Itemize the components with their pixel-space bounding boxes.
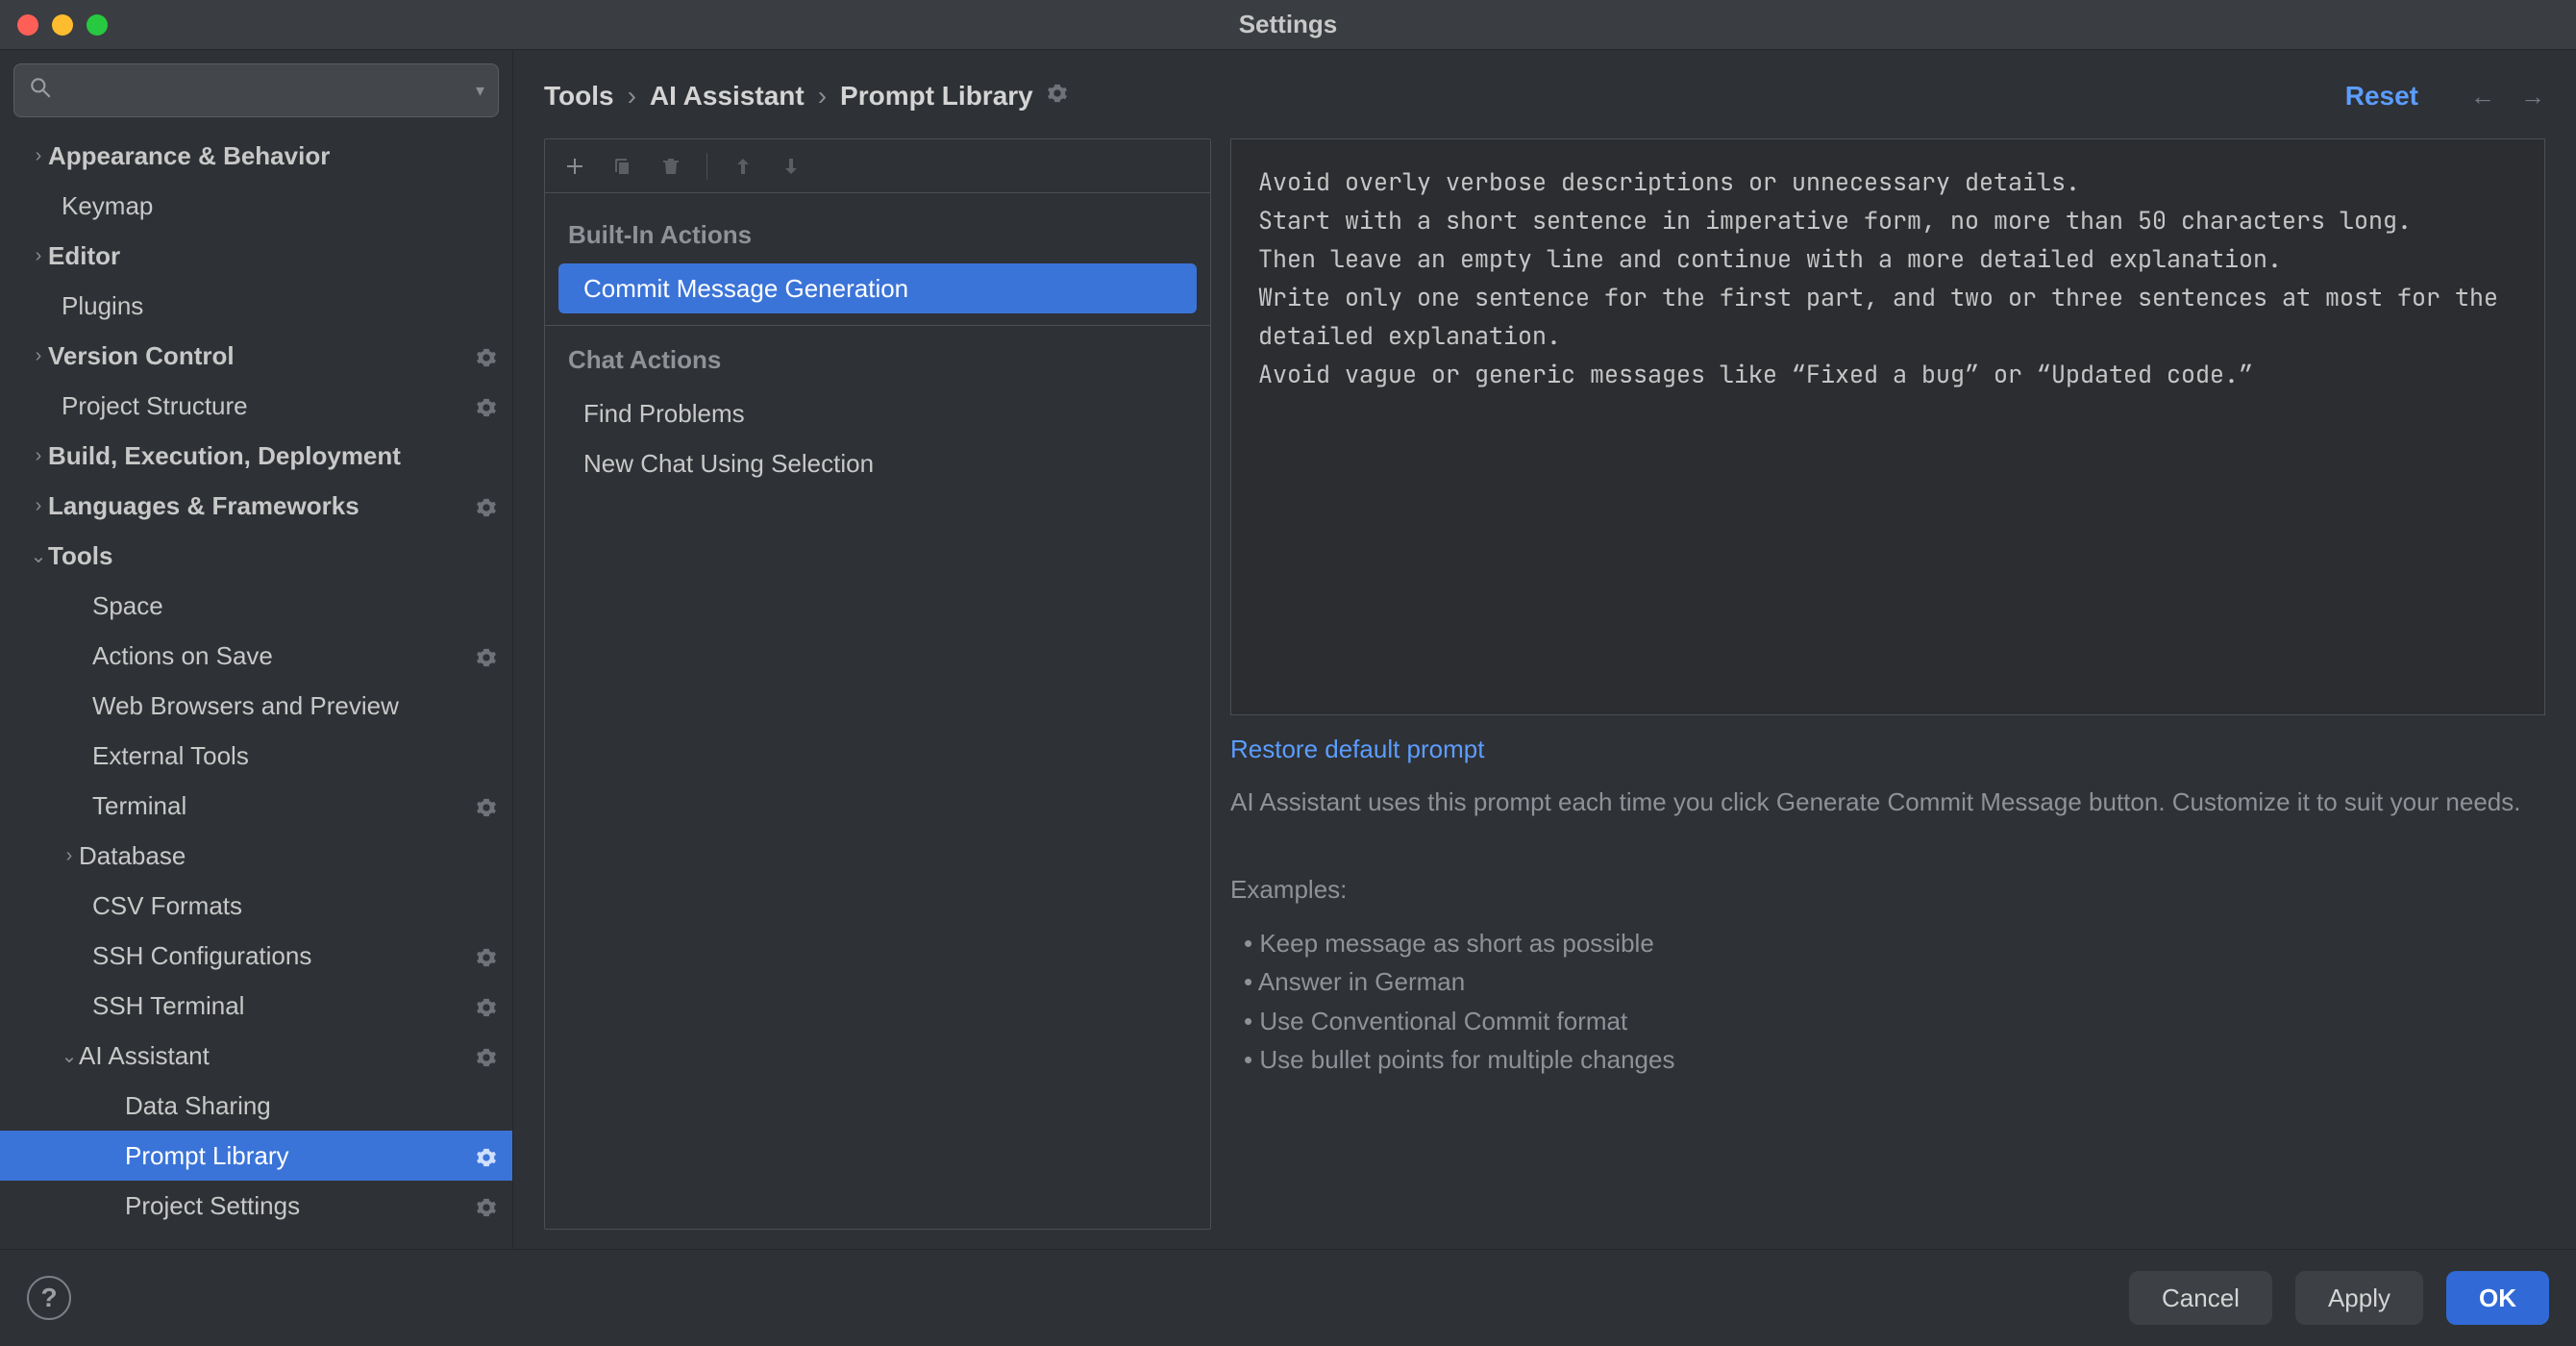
sidebar-item-version-control[interactable]: › Version Control	[0, 331, 512, 381]
sidebar-item-prompt-library[interactable]: Prompt Library	[0, 1131, 512, 1181]
toolbar-separator	[706, 153, 707, 180]
prompt-list: Built-In Actions Commit Message Generati…	[545, 193, 1210, 1229]
project-settings-icon	[476, 1195, 497, 1216]
example-item: Use Conventional Commit format	[1244, 1002, 2545, 1040]
move-up-icon[interactable]	[731, 154, 755, 179]
example-item: Answer in German	[1244, 962, 2545, 1001]
sidebar-item-project-settings[interactable]: Project Settings	[0, 1181, 512, 1231]
sidebar-item-editor[interactable]: › Editor	[0, 231, 512, 281]
prompt-new-chat-using-selection[interactable]: New Chat Using Selection	[545, 438, 1210, 488]
project-settings-icon	[476, 395, 497, 416]
sidebar-item-appearance-behavior[interactable]: › Appearance & Behavior	[0, 131, 512, 181]
sidebar-item-ssh-configurations[interactable]: SSH Configurations	[0, 931, 512, 981]
example-item: Keep message as short as possible	[1244, 924, 2545, 962]
settings-sidebar: ▾ › Appearance & Behavior Keymap › Edito…	[0, 50, 513, 1249]
nav-back-icon[interactable]: ←	[2470, 82, 2495, 112]
search-input[interactable]	[61, 77, 468, 104]
sidebar-item-csv-formats[interactable]: CSV Formats	[0, 881, 512, 931]
help-button[interactable]: ?	[27, 1276, 71, 1320]
project-settings-icon	[476, 495, 497, 516]
minimize-window-icon[interactable]	[52, 14, 73, 36]
project-settings-icon	[1047, 83, 1068, 111]
ok-button[interactable]: OK	[2446, 1271, 2549, 1325]
sidebar-item-web-browsers[interactable]: Web Browsers and Preview	[0, 681, 512, 731]
copy-icon[interactable]	[610, 154, 635, 179]
breadcrumb: Tools › AI Assistant › Prompt Library	[544, 81, 1033, 112]
close-window-icon[interactable]	[17, 14, 38, 36]
sidebar-item-terminal[interactable]: Terminal	[0, 781, 512, 831]
sidebar-item-external-tools[interactable]: External Tools	[0, 731, 512, 781]
prompt-text-editor[interactable]: Avoid overly verbose descriptions or unn…	[1230, 138, 2545, 715]
breadcrumb-prompt-library[interactable]: Prompt Library	[840, 81, 1033, 112]
chevron-right-icon: ›	[29, 495, 48, 517]
sidebar-item-languages-frameworks[interactable]: › Languages & Frameworks	[0, 481, 512, 531]
sidebar-item-plugins[interactable]: Plugins	[0, 281, 512, 331]
content-header: Tools › AI Assistant › Prompt Library Re…	[544, 69, 2545, 123]
settings-search[interactable]: ▾	[13, 63, 499, 117]
sidebar-item-ai-assistant[interactable]: ⌄ AI Assistant	[0, 1031, 512, 1081]
examples-list: Keep message as short as possible Answer…	[1230, 924, 2545, 1079]
nav-forward-icon[interactable]: →	[2520, 82, 2545, 112]
breadcrumb-ai-assistant[interactable]: AI Assistant	[650, 81, 805, 112]
window-title: Settings	[0, 10, 2576, 39]
chevron-right-icon: ›	[29, 345, 48, 367]
prompt-find-problems[interactable]: Find Problems	[545, 388, 1210, 438]
zoom-window-icon[interactable]	[87, 14, 108, 36]
settings-tree: › Appearance & Behavior Keymap › Editor …	[0, 131, 512, 1249]
sidebar-item-build-execution-deployment[interactable]: › Build, Execution, Deployment	[0, 431, 512, 481]
project-settings-icon	[476, 1145, 497, 1166]
project-settings-icon	[476, 345, 497, 366]
dialog-footer: ? Cancel Apply OK	[0, 1250, 2576, 1346]
sidebar-item-space[interactable]: Space	[0, 581, 512, 631]
move-down-icon[interactable]	[779, 154, 804, 179]
sidebar-item-database[interactable]: › Database	[0, 831, 512, 881]
project-settings-icon	[476, 945, 497, 966]
reset-link[interactable]: Reset	[2345, 81, 2418, 112]
chevron-right-icon: ›	[29, 445, 48, 467]
sidebar-item-project-structure[interactable]: Project Structure	[0, 381, 512, 431]
project-settings-icon	[476, 995, 497, 1016]
prompt-editor-panel: Avoid overly verbose descriptions or unn…	[1230, 138, 2545, 1230]
chevron-right-icon: ›	[29, 245, 48, 267]
prompt-list-panel: Built-In Actions Commit Message Generati…	[544, 138, 1211, 1230]
restore-default-prompt-link[interactable]: Restore default prompt	[1230, 735, 2545, 764]
project-settings-icon	[476, 645, 497, 666]
delete-icon[interactable]	[658, 154, 683, 179]
breadcrumb-tools[interactable]: Tools	[544, 81, 614, 112]
breadcrumb-separator: ›	[818, 81, 827, 112]
add-icon[interactable]	[562, 154, 587, 179]
sidebar-item-ssh-terminal[interactable]: SSH Terminal	[0, 981, 512, 1031]
breadcrumb-separator: ›	[628, 81, 636, 112]
history-nav: ← →	[2470, 82, 2545, 112]
example-item: Use bullet points for multiple changes	[1244, 1040, 2545, 1079]
chevron-right-icon: ›	[60, 845, 79, 867]
list-separator	[545, 325, 1210, 326]
chevron-down-icon: ⌄	[60, 1044, 79, 1068]
cancel-button[interactable]: Cancel	[2129, 1271, 2272, 1325]
project-settings-icon	[476, 1045, 497, 1066]
apply-button[interactable]: Apply	[2295, 1271, 2423, 1325]
group-built-in-actions: Built-In Actions	[545, 211, 1210, 263]
window-controls	[17, 14, 108, 36]
sidebar-item-keymap[interactable]: Keymap	[0, 181, 512, 231]
content-area: Tools › AI Assistant › Prompt Library Re…	[513, 50, 2576, 1249]
group-chat-actions: Chat Actions	[545, 336, 1210, 388]
examples-heading: Examples:	[1230, 875, 2545, 905]
sidebar-item-data-sharing[interactable]: Data Sharing	[0, 1081, 512, 1131]
project-settings-icon	[476, 795, 497, 816]
prompt-commit-message-generation[interactable]: Commit Message Generation	[558, 263, 1197, 313]
search-icon	[28, 75, 53, 107]
prompt-description: AI Assistant uses this prompt each time …	[1230, 784, 2545, 821]
sidebar-item-actions-on-save[interactable]: Actions on Save	[0, 631, 512, 681]
titlebar: Settings	[0, 0, 2576, 50]
sidebar-item-tools[interactable]: ⌄ Tools	[0, 531, 512, 581]
chevron-right-icon: ›	[29, 145, 48, 167]
search-history-dropdown-icon[interactable]: ▾	[476, 81, 484, 101]
prompt-list-toolbar	[545, 139, 1210, 193]
chevron-down-icon: ⌄	[29, 544, 48, 568]
